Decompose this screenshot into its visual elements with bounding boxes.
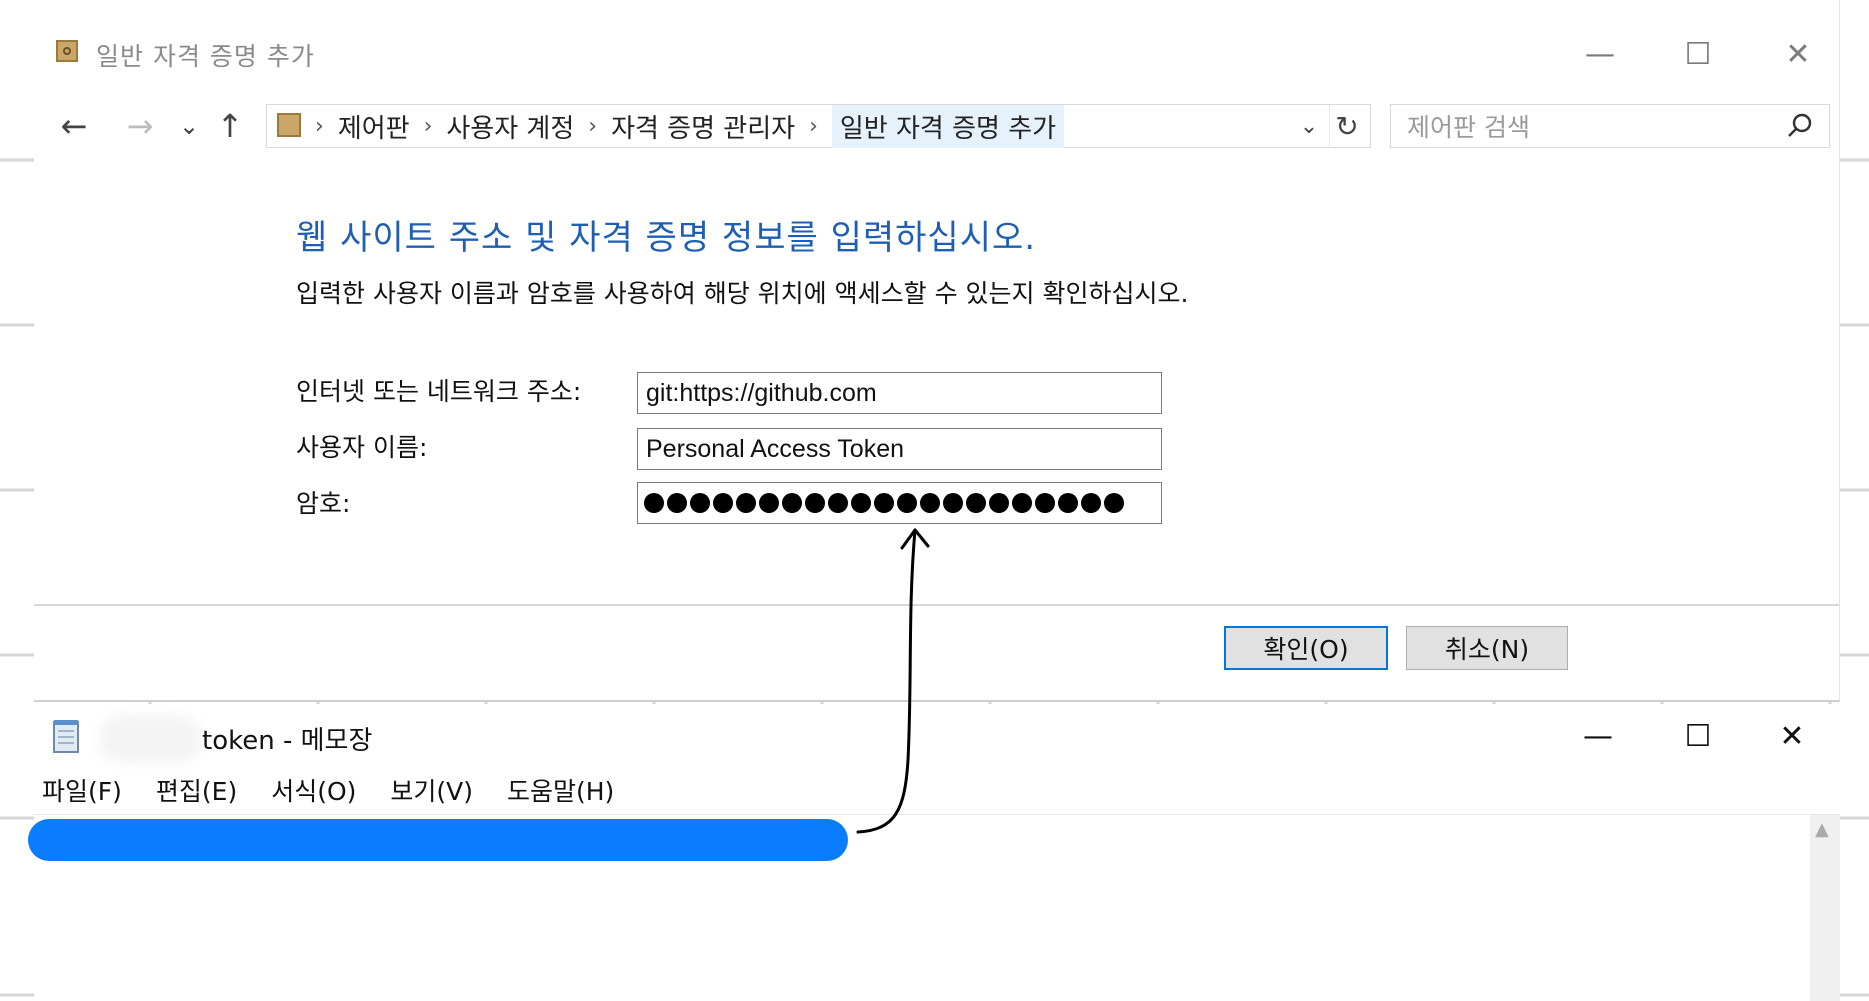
password-mask-dot: [667, 493, 687, 513]
breadcrumb: › 제어판 › 사용자 계정 › 자격 증명 관리자 › 일반 자격 증명 추가: [315, 104, 1065, 148]
close-button[interactable]: ✕: [1774, 30, 1822, 78]
password-mask-dot: [713, 493, 733, 513]
page-heading: 웹 사이트 주소 및 자격 증명 정보를 입력하십시오.: [296, 218, 1037, 258]
notepad-text-area[interactable]: ▲: [28, 814, 1840, 1001]
vertical-scrollbar[interactable]: ▲: [1810, 815, 1840, 1001]
notepad-window: token - 메모장 — ☐ ✕ 파일(F) 편집(E) 서식(O) 보기(V…: [28, 704, 1840, 1001]
notepad-minimize-button[interactable]: —: [1574, 714, 1622, 758]
password-mask-dot: [897, 493, 917, 513]
breadcrumb-user-accounts[interactable]: 사용자 계정: [446, 108, 574, 145]
username-field[interactable]: [637, 428, 1162, 470]
password-mask-dot: [1058, 493, 1078, 513]
redacted-token-text: [28, 819, 848, 861]
ok-button[interactable]: 확인(O): [1224, 626, 1388, 670]
notepad-close-button[interactable]: ✕: [1768, 714, 1816, 758]
maximize-button[interactable]: ☐: [1674, 30, 1722, 78]
control-panel-icon: [277, 113, 301, 137]
password-mask-dot: [851, 493, 871, 513]
breadcrumb-separator[interactable]: ›: [809, 114, 818, 139]
search-input[interactable]: [1405, 109, 1769, 145]
back-arrow-icon[interactable]: ←: [54, 104, 94, 148]
search-box: [1390, 104, 1830, 148]
credential-dialog: 일반 자격 증명 추가 — ☐ ✕ ← → ⌄ ↑ › 제어판 › 사용자 계정…: [34, 0, 1840, 702]
button-area-divider: [34, 604, 1839, 606]
notepad-title: token - 메모장: [202, 726, 373, 756]
address-field[interactable]: [637, 372, 1162, 414]
password-mask-dot: [874, 493, 894, 513]
search-icon[interactable]: [1785, 111, 1815, 141]
menu-view[interactable]: 보기(V): [390, 772, 473, 808]
password-mask-dot: [805, 493, 825, 513]
password-mask-dot: [1035, 493, 1055, 513]
recent-locations-chevron-icon[interactable]: ⌄: [174, 104, 204, 148]
breadcrumb-separator: ›: [315, 113, 324, 139]
password-mask-dot: [828, 493, 848, 513]
password-field[interactable]: [637, 482, 1162, 524]
password-label: 암호:: [296, 489, 351, 518]
breadcrumb-add-generic-credential[interactable]: 일반 자격 증명 추가: [831, 104, 1065, 148]
dialog-title: 일반 자격 증명 추가: [96, 42, 315, 71]
password-mask-dot: [989, 493, 1009, 513]
page-instructions: 입력한 사용자 이름과 암호를 사용하여 해당 위치에 액세스할 수 있는지 확…: [296, 279, 1189, 308]
breadcrumb-control-panel[interactable]: 제어판: [338, 108, 410, 145]
password-mask-dot: [1104, 493, 1124, 513]
breadcrumb-separator[interactable]: ›: [424, 114, 433, 139]
address-bar[interactable]: › 제어판 › 사용자 계정 › 자격 증명 관리자 › 일반 자격 증명 추가…: [266, 104, 1371, 148]
password-mask-dot: [966, 493, 986, 513]
notepad-menubar: 파일(F) 편집(E) 서식(O) 보기(V) 도움말(H): [42, 772, 614, 808]
username-label: 사용자 이름:: [296, 433, 428, 462]
menu-help[interactable]: 도움말(H): [507, 772, 614, 808]
password-mask-dot: [782, 493, 802, 513]
password-mask-dot: [920, 493, 940, 513]
minimize-button[interactable]: —: [1576, 30, 1624, 78]
up-arrow-icon[interactable]: ↑: [210, 104, 250, 148]
breadcrumb-separator[interactable]: ›: [588, 114, 597, 139]
password-mask-dot: [690, 493, 710, 513]
blurred-filename: [100, 716, 200, 762]
cancel-button[interactable]: 취소(N): [1406, 626, 1568, 670]
notepad-maximize-button[interactable]: ☐: [1674, 714, 1722, 758]
password-mask-dot: [1012, 493, 1032, 513]
password-mask-dot: [1081, 493, 1101, 513]
breadcrumb-credential-manager[interactable]: 자격 증명 관리자: [611, 108, 795, 145]
address-row: ← → ⌄ ↑ › 제어판 › 사용자 계정 › 자격 증명 관리자 › 일반 …: [34, 104, 1839, 152]
address-label: 인터넷 또는 네트워크 주소:: [296, 377, 582, 406]
notepad-icon: [53, 720, 79, 753]
forward-arrow-icon[interactable]: →: [120, 104, 160, 148]
password-mask-dot: [759, 493, 779, 513]
password-mask-dot: [736, 493, 756, 513]
menu-file[interactable]: 파일(F): [42, 772, 122, 808]
password-mask-dot: [943, 493, 963, 513]
scroll-up-icon[interactable]: ▲: [1815, 819, 1829, 840]
address-dropdown-chevron-icon[interactable]: ⌄: [1294, 105, 1324, 147]
menu-format[interactable]: 서식(O): [271, 772, 356, 808]
credential-manager-icon: [56, 40, 78, 62]
menu-edit[interactable]: 편집(E): [156, 772, 237, 808]
refresh-icon[interactable]: ↻: [1329, 105, 1364, 147]
password-mask-dot: [644, 493, 664, 513]
dialog-title-bar[interactable]: 일반 자격 증명 추가 — ☐ ✕: [34, 0, 1839, 104]
